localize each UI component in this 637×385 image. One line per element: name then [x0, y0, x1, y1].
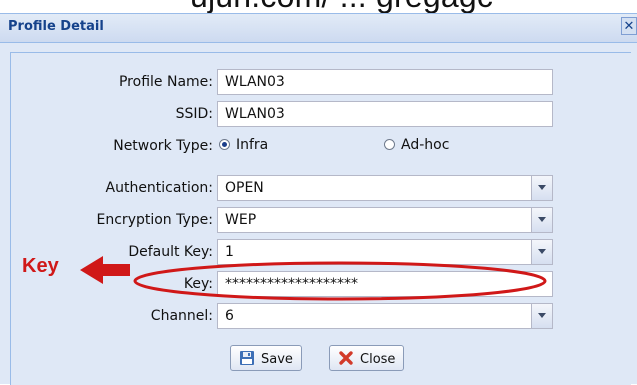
chevron-down-icon[interactable]: [531, 176, 552, 200]
profile-name-row: Profile Name: WLAN03: [11, 69, 631, 97]
key-annotation-label: Key: [22, 255, 59, 277]
default-key-select[interactable]: 1: [217, 239, 553, 265]
profile-form-panel: Profile Name: WLAN03 SSID: WLAN03 Networ…: [10, 52, 631, 385]
close-button-label: Close: [360, 352, 396, 367]
encryption-type-label: Encryption Type:: [96, 212, 213, 228]
save-button[interactable]: Save: [230, 345, 302, 371]
chevron-down-icon[interactable]: [531, 304, 552, 328]
ssid-input[interactable]: WLAN03: [217, 101, 553, 127]
ssid-label: SSID:: [175, 106, 213, 122]
radio-adhoc-indicator[interactable]: [384, 139, 395, 150]
radio-adhoc-label: Ad-hoc: [401, 137, 450, 153]
close-icon: [339, 351, 353, 365]
key-password-input[interactable]: *******************: [217, 271, 553, 297]
key-label: Key:: [183, 276, 213, 292]
profile-name-input[interactable]: WLAN03: [217, 69, 553, 95]
authentication-value: OPEN: [225, 180, 264, 196]
radio-infra-label: Infra: [236, 137, 269, 153]
authentication-row: Authentication: OPEN: [11, 175, 631, 203]
radio-adhoc[interactable]: Ad-hoc: [384, 137, 449, 153]
radio-infra[interactable]: Infra: [219, 137, 268, 153]
key-row: Key: *******************: [11, 271, 631, 299]
profile-detail-window: Profile Detail ✕ Profile Name: WLAN03 SS…: [0, 13, 637, 385]
close-button[interactable]: Close: [329, 345, 405, 371]
encryption-type-row: Encryption Type: WEP: [11, 207, 631, 235]
network-type-row: Network Type: Infra Ad-hoc: [11, 133, 631, 161]
authentication-label: Authentication:: [105, 180, 214, 196]
network-type-label: Network Type:: [113, 138, 213, 154]
save-button-label: Save: [261, 352, 293, 367]
window-titlebar: Profile Detail ✕: [0, 14, 637, 43]
default-key-label: Default Key:: [128, 244, 213, 260]
authentication-select[interactable]: OPEN: [217, 175, 553, 201]
profile-name-label: Profile Name:: [118, 74, 213, 90]
channel-label: Channel:: [150, 308, 213, 324]
floppy-disk-icon: [240, 351, 254, 365]
button-row: Save Close: [11, 345, 631, 373]
channel-select[interactable]: 6: [217, 303, 553, 329]
chevron-down-icon[interactable]: [531, 208, 552, 232]
channel-row: Channel: 6: [11, 303, 631, 331]
encryption-type-value: WEP: [225, 212, 257, 228]
close-icon[interactable]: ✕: [621, 17, 637, 35]
encryption-type-select[interactable]: WEP: [217, 207, 553, 233]
default-key-row: Default Key: 1: [11, 239, 631, 267]
default-key-value: 1: [225, 244, 234, 260]
channel-value: 6: [225, 308, 234, 324]
chevron-down-icon[interactable]: [531, 240, 552, 264]
window-title: Profile Detail: [8, 19, 104, 34]
radio-infra-indicator[interactable]: [219, 139, 230, 150]
ssid-row: SSID: WLAN03: [11, 101, 631, 129]
